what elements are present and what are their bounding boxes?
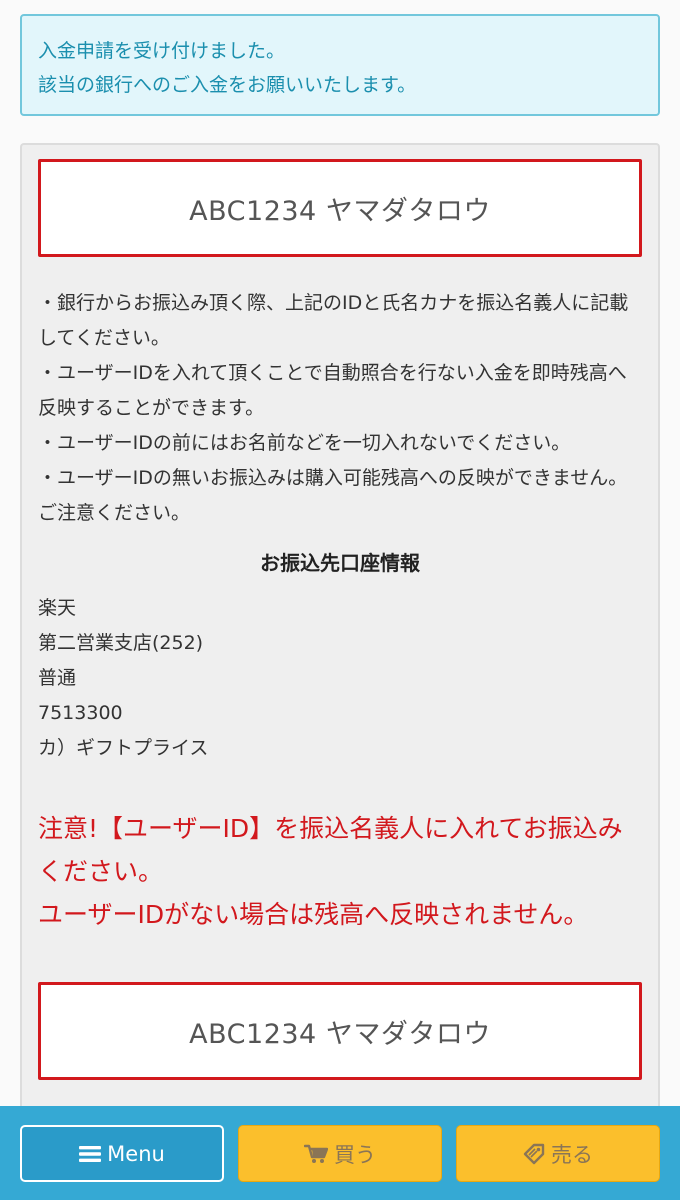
sell-button-label: 売る — [551, 1142, 593, 1167]
buy-button-label: 買う — [334, 1142, 376, 1167]
sell-button[interactable]: 売る — [456, 1125, 660, 1182]
note-item: ・ユーザーIDの前にはお名前などを一切入れないでください。 — [38, 432, 571, 454]
note-item: ・銀行からお振込み頂く際、上記のIDと氏名カナを振込名義人に記載してください。 — [38, 292, 629, 349]
transfer-info-panel: ABC1234 ヤマダタロウ ・銀行からお振込み頂く際、上記のIDと氏名カナを振… — [20, 143, 660, 1200]
account-number: 7513300 — [38, 702, 123, 724]
success-alert: 入金申請を受け付けました。 該当の銀行へのご入金をお願いいたします。 — [20, 14, 660, 116]
hamburger-icon — [79, 1145, 102, 1163]
bank-account-info: 楽天 第二営業支店(252) 普通 7513300 カ）ギフトプライス — [38, 591, 208, 766]
menu-button[interactable]: Menu — [20, 1125, 224, 1182]
alert-line-2: 該当の銀行へのご入金をお願いいたします。 — [38, 74, 417, 96]
transfer-notes: ・銀行からお振込み頂く際、上記のIDと氏名カナを振込名義人に記載してください。 … — [38, 286, 644, 531]
bottom-nav-bar: Menu 買う 売る — [0, 1106, 680, 1200]
user-id-name-box-bottom: ABC1234 ヤマダタロウ — [38, 982, 642, 1080]
cart-icon — [304, 1144, 328, 1164]
account-holder: カ）ギフトプライス — [38, 737, 209, 759]
warning-message: 注意!【ユーザーID】を振込名義人に入れてお振込みください。 ユーザーIDがない… — [38, 807, 644, 936]
user-id-name-box-top: ABC1234 ヤマダタロウ — [38, 159, 642, 257]
menu-button-label: Menu — [107, 1141, 165, 1166]
tag-icon — [523, 1143, 545, 1165]
note-item: ・ユーザーIDの無いお振込みは購入可能残高への反映ができません。ご注意ください。 — [38, 467, 628, 524]
alert-line-1: 入金申請を受け付けました。 — [38, 40, 286, 62]
note-item: ・ユーザーIDを入れて頂くことで自動照合を行ない入金を即時残高へ反映することがで… — [38, 362, 627, 419]
branch-name: 第二営業支店(252) — [38, 632, 204, 654]
warning-line-2: ユーザーIDがない場合は残高へ反映されません。 — [38, 900, 589, 929]
account-type: 普通 — [38, 667, 77, 689]
buy-button[interactable]: 買う — [238, 1125, 442, 1182]
warning-line-1: 注意!【ユーザーID】を振込名義人に入れてお振込みください。 — [38, 814, 623, 886]
account-info-title: お振込先口座情報 — [260, 551, 420, 575]
bank-name: 楽天 — [38, 597, 77, 619]
